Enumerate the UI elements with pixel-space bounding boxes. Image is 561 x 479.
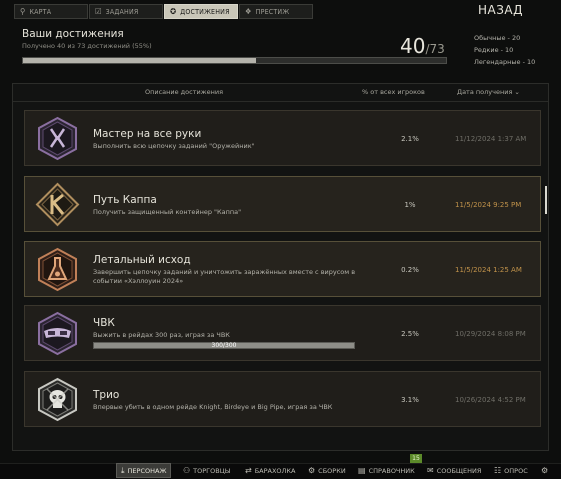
- achievement-title: Летальный исход: [93, 254, 191, 266]
- col-percent[interactable]: % от всех игроков: [362, 88, 425, 100]
- checklist-icon: ☑: [95, 6, 102, 16]
- character-icon: ⤓: [121, 465, 125, 475]
- count-total: /73: [425, 42, 445, 56]
- col-description: Описание достижения: [145, 88, 223, 96]
- kappa-icon: [35, 182, 80, 227]
- achievement-title: Путь Каппа: [93, 194, 157, 206]
- achievement-row[interactable]: Летальный исход Завершить цепочку задани…: [24, 241, 541, 297]
- nav-flea-market[interactable]: ⇄ БАРАХОЛКА: [245, 463, 296, 478]
- rarity-legendary: Легендарные - 10: [474, 58, 536, 66]
- achievement-description: Завершить цепочку заданий и уничтожить з…: [93, 268, 356, 285]
- tab-label: ПРЕСТИЖ: [255, 7, 290, 16]
- achievement-date: 10/29/2024 8:08 PM: [455, 330, 526, 338]
- rarity-common: Обычные - 20: [474, 34, 521, 42]
- flea-market-icon: ⇄: [245, 466, 252, 475]
- header-divider: [13, 101, 548, 102]
- tab-prestige[interactable]: ❖ ПРЕСТИЖ: [239, 4, 313, 19]
- nav-label: СБОРКИ: [318, 466, 346, 475]
- trader-icon: ⚇: [183, 466, 191, 475]
- back-button[interactable]: НАЗАД: [478, 3, 523, 17]
- count-value: 40: [400, 34, 426, 58]
- nav-builds[interactable]: ⚙ СБОРКИ: [308, 463, 346, 478]
- rarity-rare: Редкие - 10: [474, 46, 514, 54]
- map-pin-icon: ⚲: [20, 6, 26, 16]
- achievement-percent: 2.5%: [401, 330, 419, 338]
- scrollbar-thumb[interactable]: [545, 186, 547, 214]
- achievement-row[interactable]: ЧВК Выжить в рейдах 300 раз, играя за ЧВ…: [24, 305, 541, 361]
- prestige-icon: ❖: [245, 6, 252, 16]
- nav-character[interactable]: ⤓ ПЕРСОНАЖ: [116, 463, 172, 478]
- summary-title: Ваши достижения: [22, 28, 124, 40]
- settings-button[interactable]: ⚙: [541, 463, 548, 478]
- achievement-percent: 1%: [404, 201, 416, 209]
- survey-icon: ☷: [494, 466, 502, 475]
- tab-label: ЗАДАНИЯ: [105, 7, 139, 16]
- nav-label: ПЕРСОНАЖ: [127, 466, 167, 475]
- summary-subtitle: Получено 40 из 73 достижений (55%): [22, 42, 152, 50]
- achievement-count: 40/73: [400, 34, 445, 58]
- gear-badge-icon: ✪: [170, 6, 177, 16]
- col-date-sort[interactable]: Дата получения ⌄: [457, 88, 520, 100]
- achievement-title: Трио: [93, 389, 120, 401]
- achievement-percent: 2.1%: [401, 135, 419, 143]
- gear-icon: ⚙: [541, 466, 549, 475]
- tools-icon: [38, 116, 77, 161]
- summary-progress-fill: [23, 58, 256, 63]
- goggles-icon: [38, 311, 77, 356]
- nav-handbook[interactable]: ▤ СПРАВОЧНИК: [358, 463, 415, 478]
- tab-map[interactable]: ⚲ КАРТА: [14, 4, 88, 19]
- summary-progress-bar: [22, 57, 447, 64]
- messages-badge: 15: [410, 454, 422, 463]
- achievement-description: Выполнить всю цепочку заданий "Оружейник…: [93, 142, 255, 150]
- achievement-row[interactable]: Трио Впервые убить в одном рейде Knight,…: [24, 371, 541, 427]
- achievement-date: 10/26/2024 4:52 PM: [455, 396, 526, 404]
- messages-icon: ✉: [427, 466, 434, 475]
- achievement-row[interactable]: Путь Каппа Получить защищенный контейнер…: [24, 176, 541, 232]
- tab-label: ДОСТИЖЕНИЯ: [180, 7, 230, 16]
- achievement-percent: 0.2%: [401, 266, 419, 274]
- achievement-progress-bar: 300/300: [93, 342, 355, 349]
- achievement-description: Впервые убить в одном рейде Knight, Bird…: [93, 403, 333, 411]
- nav-label: ТОРГОВЦЫ: [193, 466, 231, 475]
- achievement-description: Получить защищенный контейнер "Каппа": [93, 208, 242, 216]
- top-tabs: ⚲ КАРТА ☑ ЗАДАНИЯ ✪ ДОСТИЖЕНИЯ ❖ ПРЕСТИЖ: [14, 4, 313, 19]
- nav-label: СПРАВОЧНИК: [368, 466, 415, 475]
- builds-icon: ⚙: [308, 466, 316, 475]
- achievement-date: 11/12/2024 1:37 AM: [455, 135, 527, 143]
- achievement-progress-text: 300/300: [211, 342, 237, 349]
- achievement-row[interactable]: Мастер на все руки Выполнить всю цепочку…: [24, 110, 541, 166]
- achievement-date: 11/5/2024 9:25 PM: [455, 201, 522, 209]
- nav-survey[interactable]: ☷ ОПРОС: [494, 463, 528, 478]
- tab-label: КАРТА: [29, 7, 52, 16]
- nav-label: СООБЩЕНИЯ: [436, 466, 482, 475]
- nav-traders[interactable]: ⚇ ТОРГОВЦЫ: [183, 463, 231, 478]
- achievement-date: 11/5/2024 1:25 AM: [455, 266, 522, 274]
- nav-label: БАРАХОЛКА: [254, 466, 296, 475]
- achievements-summary: Ваши достижения Получено 40 из 73 достиж…: [22, 28, 542, 72]
- nav-label: ОПРОС: [504, 466, 528, 475]
- tab-achievements[interactable]: ✪ ДОСТИЖЕНИЯ: [164, 4, 238, 19]
- achievement-description: Выжить в рейдах 300 раз, играя за ЧВК: [93, 331, 230, 339]
- handbook-icon: ▤: [358, 466, 366, 475]
- nav-messages[interactable]: ✉ СООБЩЕНИЯ: [427, 463, 481, 478]
- skull-icon: [38, 377, 77, 422]
- flask-icon: [38, 247, 77, 292]
- achievement-title: ЧВК: [93, 317, 115, 329]
- tab-tasks[interactable]: ☑ ЗАДАНИЯ: [89, 4, 163, 19]
- achievement-percent: 3.1%: [401, 396, 419, 404]
- achievement-title: Мастер на все руки: [93, 128, 202, 140]
